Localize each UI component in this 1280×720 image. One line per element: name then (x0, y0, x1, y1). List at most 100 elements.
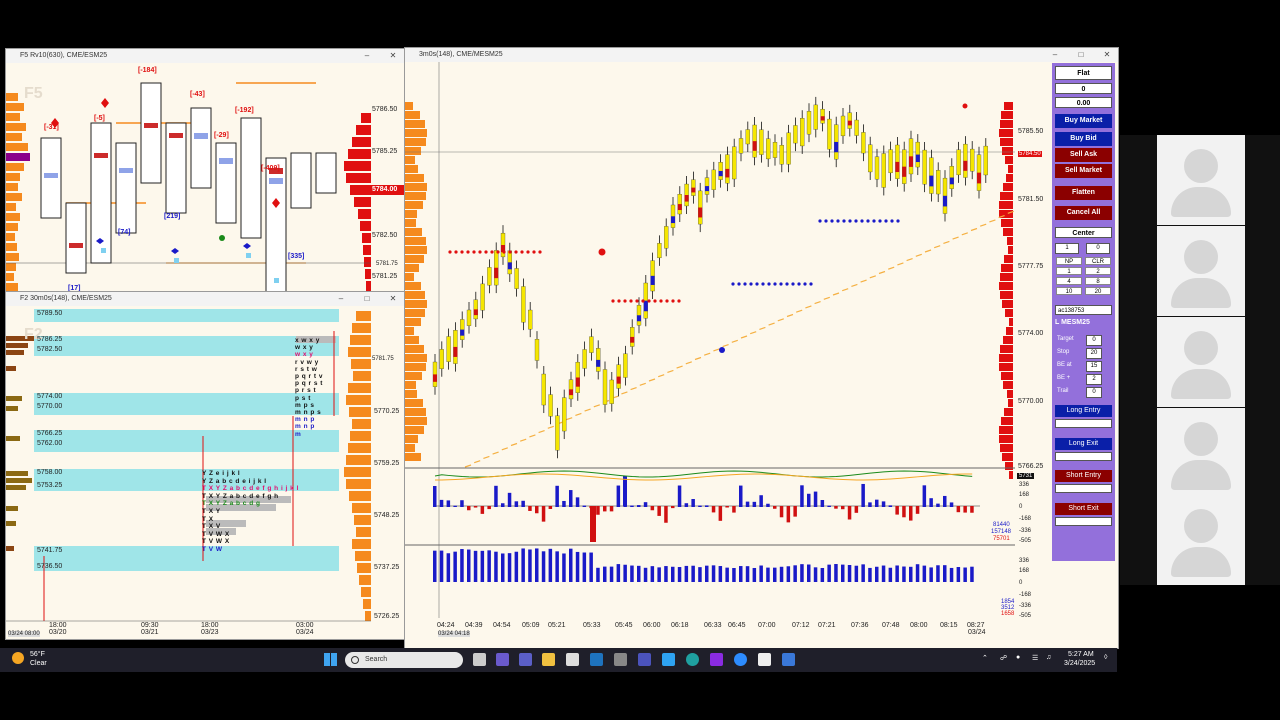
flatten-button[interactable]: Flatten (1055, 186, 1112, 200)
trail-input[interactable]: 0 (1086, 387, 1102, 398)
volume-profile-bar (1000, 138, 1013, 146)
candle-segment (691, 187, 696, 193)
notification-icon[interactable]: ◊ (1104, 654, 1107, 661)
long-entry-button[interactable]: Long Entry (1055, 405, 1112, 417)
level-dot (623, 299, 627, 303)
wifi-icon[interactable]: ☰ (1032, 654, 1038, 662)
buy-market-button[interactable]: Buy Market (1055, 114, 1112, 128)
sell-ask-button[interactable]: Sell Ask (1055, 148, 1112, 162)
cumulative-bar (453, 551, 457, 582)
outlook-icon[interactable] (590, 653, 603, 666)
teams-chat-icon[interactable] (638, 653, 651, 666)
edge-icon[interactable] (686, 653, 699, 666)
teams-icon[interactable] (519, 653, 532, 666)
stop-input[interactable]: 20 (1086, 348, 1102, 359)
qty-preset[interactable]: 10 (1056, 287, 1082, 295)
close-icon[interactable]: ✕ (386, 49, 400, 63)
cancel-all-button[interactable]: Cancel All (1055, 206, 1112, 220)
left-top-titlebar[interactable]: F5 Rv10(630), CME/ESM25 – ✕ (6, 49, 404, 63)
qty-preset[interactable]: 4 (1056, 277, 1082, 285)
target-input[interactable]: 0 (1086, 335, 1102, 346)
copilot-icon[interactable] (496, 653, 509, 666)
short-exit-select[interactable] (1055, 517, 1112, 526)
account-select[interactable]: ac138753 (1055, 305, 1112, 315)
left-top-chart-window[interactable]: F5 Rv10(630), CME/ESM25 – ✕ F5 [-31] [-5… (5, 48, 405, 295)
photos-icon[interactable] (662, 653, 675, 666)
zoom-icon[interactable] (734, 653, 747, 666)
candle-segment (616, 376, 621, 384)
left-bottom-chart-window[interactable]: F2 30m0s(148), CME/ESM25 – □ ✕ F2 5789.5… (5, 291, 405, 640)
visual-studio-icon[interactable] (710, 653, 723, 666)
maximize-icon[interactable]: □ (360, 292, 374, 306)
delta-bar (861, 483, 865, 507)
main-chart-window[interactable]: 3m0s(148), CME/MESM25 – □ ✕ 5785.50 5781… (404, 47, 1119, 649)
buy-bid-button[interactable]: Buy Bid (1055, 132, 1112, 146)
cumulative-bar (514, 551, 519, 582)
volume-profile-bar (1008, 399, 1013, 407)
settings-icon[interactable] (614, 653, 627, 666)
clr-button[interactable]: CLR (1085, 257, 1111, 265)
mic-icon[interactable]: ● (1016, 654, 1020, 661)
volume-profile-bar (405, 174, 424, 182)
volume-profile-bar (999, 129, 1013, 137)
delta-bar (677, 485, 682, 507)
task-view-icon[interactable] (473, 653, 486, 666)
short-exit-button[interactable]: Short Exit (1055, 503, 1112, 515)
volume-profile-bar (405, 192, 426, 200)
minimize-icon[interactable]: – (334, 292, 348, 306)
time-label: 09:30 03/21 (141, 622, 159, 636)
volume-profile-bar (999, 282, 1013, 290)
main-titlebar[interactable]: 3m0s(148), CME/MESM25 – □ ✕ (405, 48, 1118, 62)
trail-label: Trail (1057, 388, 1069, 394)
be-plus-input[interactable]: 2 (1086, 374, 1102, 385)
volume-icon[interactable]: ♫ (1046, 654, 1051, 661)
candle-segment (752, 141, 757, 151)
volume-profile-bar (405, 390, 417, 398)
qty-preset[interactable]: 20 (1085, 287, 1111, 295)
quantity-input-2[interactable]: 0 (1086, 243, 1110, 254)
cum-axis-label: -505 (1019, 613, 1032, 619)
qty-preset[interactable]: 2 (1085, 267, 1111, 275)
candle-body (562, 397, 567, 432)
store-icon[interactable] (566, 653, 579, 666)
volume-profile-bar (1009, 471, 1013, 479)
candle-segment (684, 195, 689, 202)
taskbar-search[interactable]: Search (345, 652, 463, 668)
center-button[interactable]: Center (1055, 227, 1112, 238)
qty-preset[interactable]: 8 (1085, 277, 1111, 285)
maximize-icon[interactable]: □ (1074, 48, 1088, 62)
cumulative-bar (827, 564, 831, 582)
cumulative-bar (759, 565, 763, 582)
short-entry-select[interactable] (1055, 484, 1112, 493)
start-icon[interactable] (324, 653, 337, 666)
left-bottom-titlebar[interactable]: F2 30m0s(148), CME/ESM25 – □ ✕ (6, 292, 404, 306)
clock-time[interactable]: 5:27 AM (1068, 651, 1094, 658)
chevron-up-icon[interactable]: ⌃ (982, 654, 988, 662)
cumulative-bar (841, 564, 845, 582)
app-icon[interactable] (758, 653, 771, 666)
app-icon-2[interactable] (782, 653, 795, 666)
be-at-input[interactable]: 15 (1086, 361, 1102, 372)
file-explorer-icon[interactable] (542, 653, 555, 666)
volume-profile-bar (405, 138, 426, 146)
target-label: Target (1057, 336, 1074, 342)
minimize-icon[interactable]: – (1048, 48, 1062, 62)
volume-profile-bar (1000, 120, 1013, 128)
weather-icon[interactable] (12, 652, 24, 664)
minimize-icon[interactable]: – (360, 49, 374, 63)
sell-market-button[interactable]: Sell Market (1055, 164, 1112, 178)
delta-bar (759, 495, 763, 507)
short-entry-button[interactable]: Short Entry (1055, 470, 1112, 482)
qty-preset[interactable]: 1 (1056, 267, 1082, 275)
candle-body (528, 309, 533, 330)
close-icon[interactable]: ✕ (1100, 48, 1114, 62)
long-exit-button[interactable]: Long Exit (1055, 438, 1112, 450)
clock-date[interactable]: 3/24/2025 (1064, 660, 1095, 667)
time-label: 05:33 (583, 622, 601, 629)
long-exit-select[interactable] (1055, 452, 1112, 461)
long-entry-select[interactable] (1055, 419, 1112, 428)
close-icon[interactable]: ✕ (386, 292, 400, 306)
quantity-input[interactable]: 1 (1055, 243, 1079, 254)
np-button[interactable]: NP (1056, 257, 1082, 265)
network-icon[interactable]: ☍ (1000, 654, 1007, 662)
